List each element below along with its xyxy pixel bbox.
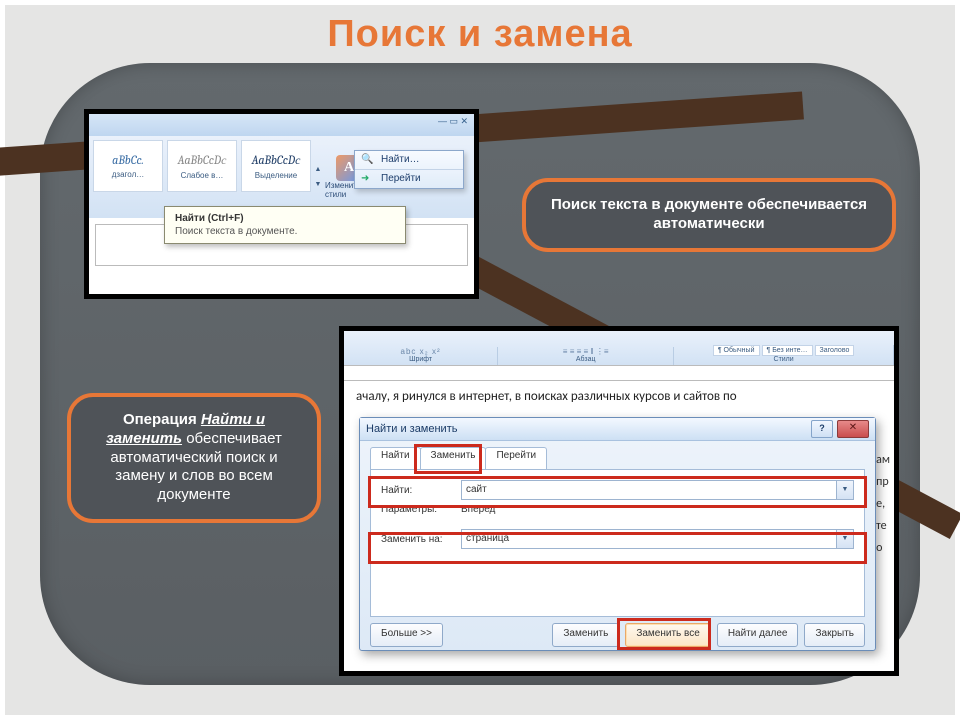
dialog-buttons: Больше >> Заменить Заменить все Найти да… — [370, 623, 865, 647]
tab-find[interactable]: Найти — [370, 447, 421, 469]
ribbon: abc x₂ x²Шрифт ≡ ≡ ≡ ≡ ‖ ⋮≡Абзац ¶ Обычн… — [344, 331, 894, 365]
more-button[interactable]: Больше >> — [370, 623, 443, 647]
close-button[interactable]: Закрыть — [804, 623, 865, 647]
menu-item-goto[interactable]: ➜Перейти — [355, 170, 463, 188]
tab-goto[interactable]: Перейти — [485, 447, 547, 469]
find-menu: 🔍Найти… ➜Перейти — [354, 150, 464, 189]
replace-button[interactable]: Заменить — [552, 623, 619, 647]
close-button[interactable]: ✕ — [837, 420, 869, 438]
dialog-panel: Найти:сайт▼ Параметры:Вперед Заменить на… — [370, 469, 865, 617]
screenshot-find-replace: abc x₂ x²Шрифт ≡ ≡ ≡ ≡ ‖ ⋮≡Абзац ¶ Обычн… — [340, 327, 898, 675]
dialog-titlebar[interactable]: Найти и заменить ? ✕ — [360, 418, 875, 441]
slide-title: Поиск и замена — [5, 13, 955, 56]
chevron-down-icon[interactable]: ▼ — [837, 480, 854, 500]
ruler[interactable] — [344, 365, 894, 381]
callout-right: Поиск текста в документе обеспечивается … — [522, 178, 896, 252]
document-body[interactable]: ачалу, я ринулся в интернет, в поисках р… — [344, 381, 894, 412]
slide: Поиск и замена — ▭ ✕ aBbCc.дзагол… AaBbC… — [0, 0, 960, 720]
tab-replace[interactable]: Заменить — [420, 447, 487, 469]
label-replace: Заменить на: — [381, 534, 461, 545]
input-replace[interactable]: страница — [461, 529, 837, 549]
params-value: Вперед — [461, 504, 495, 515]
input-find[interactable]: сайт — [461, 480, 837, 500]
menu-item-find[interactable]: 🔍Найти… — [355, 151, 463, 169]
label-find: Найти: — [381, 485, 461, 496]
screenshot-ribbon: — ▭ ✕ aBbCc.дзагол… AaBbCcDсСлабое в… Aa… — [85, 110, 478, 298]
gallery-scroll[interactable]: ▲▼ — [313, 140, 323, 214]
help-button[interactable]: ? — [811, 420, 833, 438]
doc-text-fragment: ампре,тео — [876, 449, 890, 559]
window-controls[interactable]: — ▭ ✕ — [89, 114, 474, 136]
label-params: Параметры: — [381, 504, 461, 515]
style-gallery-item[interactable]: aBbCc.дзагол… — [93, 140, 163, 192]
replace-all-button[interactable]: Заменить все — [625, 623, 710, 647]
chevron-down-icon[interactable]: ▼ — [837, 529, 854, 549]
tooltip-find: Найти (Ctrl+F) Поиск текста в документе. — [164, 206, 406, 244]
callout-left: Операция Найти и заменить обеспечивает а… — [67, 393, 321, 523]
find-replace-dialog: Найти и заменить ? ✕ Найти Заменить Пере… — [359, 417, 876, 651]
dialog-tabs: Найти Заменить Перейти — [370, 447, 865, 469]
style-gallery-item[interactable]: AaBbCcDсВыделение — [241, 140, 311, 192]
find-next-button[interactable]: Найти далее — [717, 623, 799, 647]
style-gallery-item[interactable]: AaBbCcDсСлабое в… — [167, 140, 237, 192]
